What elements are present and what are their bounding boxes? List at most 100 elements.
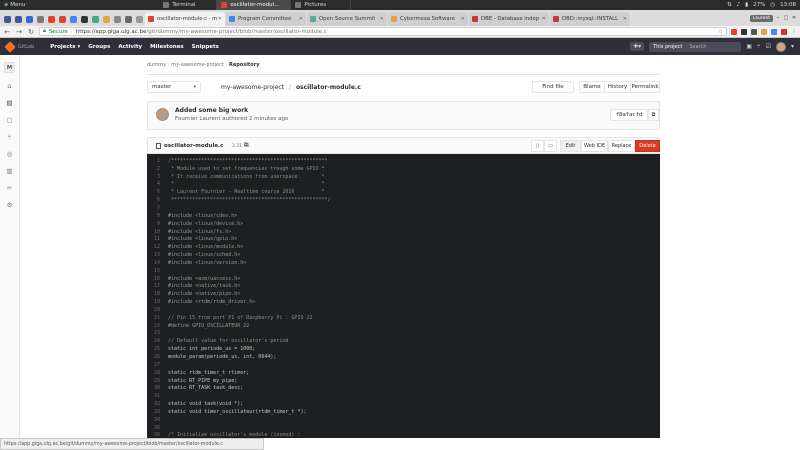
line-number[interactable]: 18 xyxy=(147,291,168,297)
profile-badge[interactable]: Laurent xyxy=(749,14,773,22)
extension-icon[interactable] xyxy=(771,28,777,35)
chevron-down-icon[interactable]: ▾ xyxy=(791,43,794,50)
issues-icon[interactable]: ▢ xyxy=(6,116,14,124)
line-number[interactable]: 12 xyxy=(147,244,168,250)
merge-requests-icon[interactable]: ⑂ xyxy=(6,133,14,141)
line-number[interactable]: 19 xyxy=(147,299,168,305)
line-number[interactable]: 7 xyxy=(147,205,168,211)
pinned-tab-8[interactable] xyxy=(79,13,90,26)
line-number[interactable]: 4 xyxy=(147,181,168,187)
battery-icon[interactable]: ▮ xyxy=(745,2,748,8)
user-avatar[interactable] xyxy=(775,41,786,52)
extension-icon[interactable] xyxy=(781,28,787,35)
extension-icon[interactable] xyxy=(751,28,757,35)
pinned-tab-5[interactable] xyxy=(46,13,57,26)
pinned-tab-12[interactable] xyxy=(123,13,134,26)
pinned-tab-3[interactable] xyxy=(24,13,35,26)
line-number[interactable]: 24 xyxy=(147,338,168,344)
commit-author-avatar[interactable] xyxy=(156,108,169,121)
back-icon[interactable]: ← xyxy=(3,28,11,36)
minimize-icon[interactable]: – xyxy=(775,15,781,21)
issues-icon[interactable]: ▣ xyxy=(746,43,752,50)
clock[interactable]: 13:08 xyxy=(780,2,796,8)
reload-icon[interactable]: ↻ xyxy=(27,28,35,36)
close-tab-icon[interactable]: ✕ xyxy=(623,16,627,22)
extension-icon[interactable] xyxy=(731,28,737,35)
line-number[interactable]: 33 xyxy=(147,409,168,415)
history-button[interactable]: History xyxy=(604,81,631,93)
nav-milestones[interactable]: Milestones xyxy=(150,44,184,50)
line-number[interactable]: 5 xyxy=(147,189,168,195)
line-number[interactable]: 35 xyxy=(147,425,168,431)
crumb-group[interactable]: dummy xyxy=(147,62,166,68)
gitlab-brand[interactable]: GitLab xyxy=(18,44,34,50)
raw-icon[interactable]: ▯ xyxy=(531,140,544,152)
pinned-tab-11[interactable] xyxy=(112,13,123,26)
extension-icon[interactable] xyxy=(761,28,767,35)
line-number[interactable]: 8 xyxy=(147,213,168,219)
nav-groups[interactable]: Groups xyxy=(88,44,110,50)
line-number[interactable]: 21 xyxy=(147,315,168,321)
pinned-tab-2[interactable] xyxy=(13,13,24,26)
pinned-tab-13[interactable] xyxy=(134,13,145,26)
search-scope[interactable]: This project xyxy=(649,41,687,52)
extension-icon[interactable] xyxy=(741,28,747,35)
close-tab-icon[interactable]: ✕ xyxy=(461,16,465,22)
volume-icon[interactable]: ♪ xyxy=(737,2,741,8)
tab-dbe[interactable]: DBE - Database indep ✕ xyxy=(469,12,549,26)
line-number[interactable]: 6 xyxy=(147,197,168,203)
taskbar-window-pictures[interactable]: Pictures xyxy=(291,0,352,10)
taskbar-window-browser[interactable]: oscillator-modul... xyxy=(217,0,292,10)
forward-icon[interactable]: → xyxy=(15,28,23,36)
repository-icon[interactable]: ▤ xyxy=(6,99,14,107)
branch-dropdown[interactable]: master ▾ xyxy=(147,81,201,93)
blame-button[interactable]: Blame xyxy=(579,81,605,93)
menu-button[interactable]: ◆ Menu xyxy=(0,0,29,10)
settings-icon[interactable]: ⚙ xyxy=(6,201,14,209)
pinned-tab-6[interactable] xyxy=(57,13,68,26)
close-tab-icon[interactable]: ✕ xyxy=(542,16,546,22)
line-number[interactable]: 14 xyxy=(147,260,168,266)
line-number[interactable]: 9 xyxy=(147,221,168,227)
line-number[interactable]: 17 xyxy=(147,283,168,289)
line-number[interactable]: 10 xyxy=(147,229,168,235)
wiki-icon[interactable]: ▥ xyxy=(6,167,14,175)
line-number[interactable]: 2 xyxy=(147,166,168,172)
pipelines-icon[interactable]: ◎ xyxy=(6,150,14,158)
replace-button[interactable]: Replace xyxy=(608,140,635,152)
tab-dbd-mysql[interactable]: DBD::mysql::INSTALL ✕ xyxy=(550,12,630,26)
line-number[interactable]: 1 xyxy=(147,158,168,164)
line-number[interactable]: 23 xyxy=(147,330,168,336)
tab-cybermesa[interactable]: Cybermesa Software ✕ xyxy=(388,12,468,26)
gitlab-logo-icon[interactable] xyxy=(4,40,16,53)
snippets-icon[interactable]: ✂ xyxy=(6,184,14,192)
path-project-link[interactable]: my-awesome-project xyxy=(221,84,284,91)
search-input[interactable]: Search xyxy=(686,41,742,52)
new-plus-icon[interactable]: ✚▾ xyxy=(630,42,645,51)
nav-snippets[interactable]: Snippets xyxy=(192,44,219,50)
find-file-button[interactable]: Find file xyxy=(532,81,574,93)
pinned-tab-9[interactable] xyxy=(90,13,101,26)
close-tab-icon[interactable]: ✕ xyxy=(218,16,222,22)
line-number[interactable]: 20 xyxy=(147,307,168,313)
pinned-tab-1[interactable] xyxy=(2,13,13,26)
line-number[interactable]: 13 xyxy=(147,252,168,258)
line-number[interactable]: 22 xyxy=(147,323,168,329)
line-number[interactable]: 32 xyxy=(147,401,168,407)
browser-menu-icon[interactable]: ⋮ xyxy=(791,28,797,35)
copy-icon[interactable]: ⧉ xyxy=(648,109,659,121)
line-number[interactable]: 11 xyxy=(147,236,168,242)
close-tab-icon[interactable]: ✕ xyxy=(380,16,384,22)
nav-activity[interactable]: Activity xyxy=(118,44,142,50)
permalink-button[interactable]: Permalink xyxy=(630,81,660,93)
commit-title[interactable]: Added some big work xyxy=(175,107,248,114)
home-icon[interactable]: ⌂ xyxy=(6,82,14,90)
project-avatar[interactable]: M xyxy=(4,62,15,73)
line-number[interactable]: 26 xyxy=(147,354,168,360)
download-icon[interactable]: ▭ xyxy=(544,140,557,152)
line-number[interactable]: 34 xyxy=(147,417,168,423)
taskbar-window-terminal[interactable]: Terminal xyxy=(159,0,218,10)
network-icon[interactable]: ⇅ xyxy=(727,2,732,8)
crumb-project[interactable]: my-awesome-project xyxy=(171,62,224,68)
commit-sha[interactable]: f8afacfd xyxy=(610,109,648,121)
